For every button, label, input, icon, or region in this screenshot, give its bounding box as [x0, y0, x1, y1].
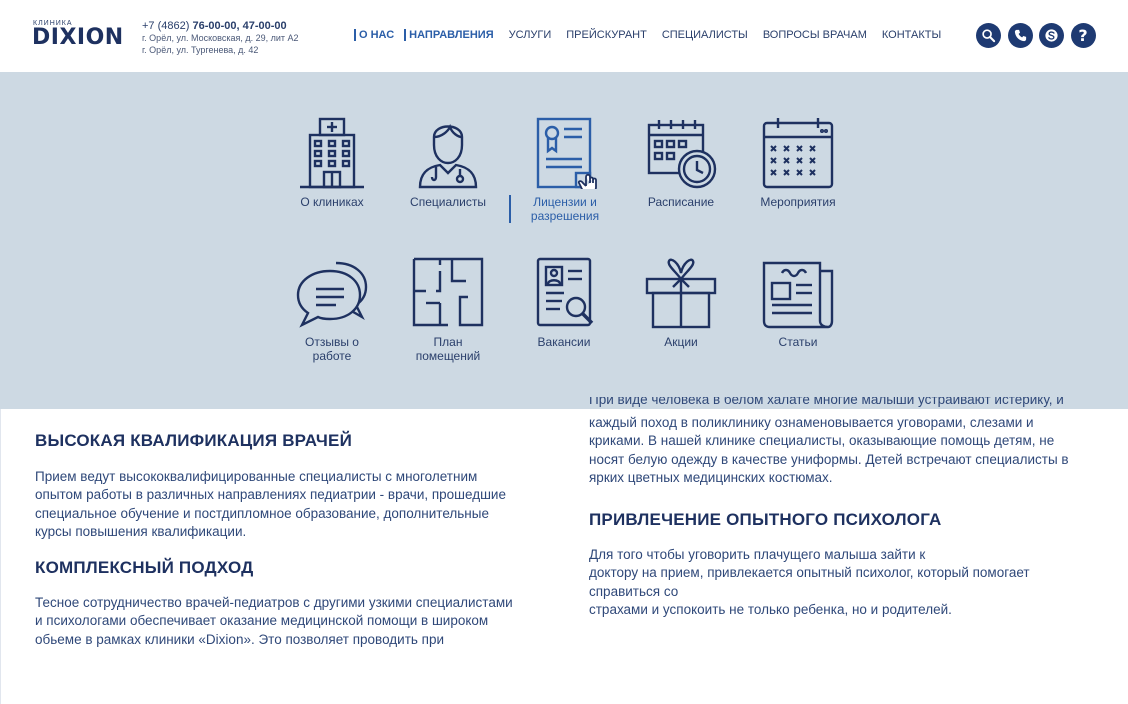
menu-item-label: Вакансии [537, 335, 591, 349]
text-line: курсы повышения квалификации. [35, 523, 247, 539]
menu-item-label: Расписание [647, 195, 715, 209]
menu-item-label: Лицензии и разрешения [509, 195, 619, 223]
menu-item-label: Акции [664, 335, 698, 349]
menu-item-label-line2: разрешения [530, 209, 600, 223]
address-1: г. Орёл, ул. Московская, д. 29, лит А2 [142, 33, 299, 43]
help-icon[interactable]: ? [1070, 23, 1096, 48]
right-column: каждый поход в поликлинику ознаменовывае… [589, 414, 1109, 619]
nav-item-specialists[interactable]: СПЕЦИАЛИСТЫ [662, 29, 748, 41]
phone-line[interactable]: +7 (4862) 76-00-00, 47-00-00 [142, 20, 342, 32]
section-heading: ВЫСОКАЯ КВАЛИФИКАЦИЯ ВРАЧЕЙ [35, 431, 352, 450]
calendar-icon [762, 118, 834, 189]
text-line: доктору на прием, привлекается опытный п… [589, 565, 1030, 581]
menu-item-label: О клиниках [300, 195, 364, 209]
logo[interactable]: КЛИНИКА DIXION [32, 20, 124, 50]
nav-item-about[interactable]: О НАС [354, 29, 394, 41]
cut-off-line: При виде человека в белом халате многие … [589, 397, 1064, 407]
phone-numbers: 76-00-00, 47-00-00 [192, 20, 287, 32]
menu-item-label-line1: Лицензии и [533, 195, 597, 209]
menu-item-clinics[interactable]: О клиниках [277, 117, 387, 209]
text-line: и психологами обеспечивает оказание меди… [35, 613, 489, 629]
text-line: справиться со [589, 583, 679, 599]
text-line: страхами и успокоить не только ребенка, … [589, 602, 952, 618]
gift-icon [645, 258, 717, 329]
menu-item-promotions[interactable]: Акции [626, 257, 736, 349]
skype-icon[interactable] [1039, 23, 1064, 48]
menu-item-schedule[interactable]: Расписание [626, 117, 736, 209]
text-line: Для того чтобы уговорить плачущего малыш… [589, 547, 926, 563]
text-line: каждый поход в поликлинику ознаменовывае… [589, 415, 1034, 430]
vacancies-icon [536, 257, 594, 327]
schedule-icon [647, 120, 717, 189]
section-text: Тесное сотрудничество врачей-педиатров с… [35, 594, 555, 649]
hospital-icon [300, 117, 364, 189]
text-line: Тесное сотрудничество врачей-педиатров с… [35, 595, 513, 611]
menu-item-events[interactable]: Мероприятия [743, 117, 853, 209]
menu-item-articles[interactable]: Статьи [743, 257, 853, 349]
menu-item-label-line1: Отзывы о [305, 335, 359, 349]
menu-item-licenses[interactable]: Лицензии и разрешения [509, 117, 619, 223]
nav-item-prices[interactable]: ПРЕЙСКУРАНТ [566, 29, 647, 41]
phone-prefix: +7 (4862) [142, 20, 193, 32]
reviews-icon [296, 261, 368, 328]
floor-plan-icon [412, 257, 484, 327]
search-icon[interactable] [976, 23, 1001, 48]
menu-item-label: Статьи [778, 335, 818, 349]
menu-item-label-line2: помещений [415, 349, 481, 363]
menu-item-label: Отзывы о работе [277, 335, 387, 363]
nav-item-directions[interactable]: НАПРАВЛЕНИЯ [404, 29, 494, 41]
section-heading: КОМПЛЕКСНЫЙ ПОДХОД [35, 558, 254, 578]
phone-icon[interactable] [1007, 23, 1033, 48]
main-nav: О НАС НАПРАВЛЕНИЯ УСЛУГИ ПРЕЙСКУРАНТ СПЕ… [354, 28, 956, 42]
section-text: Прием ведут высококвалифицированные спец… [35, 468, 555, 541]
doctor-icon [418, 123, 478, 189]
text-line: Прием ведут высококвалифицированные спец… [35, 469, 478, 484]
menu-item-specialists[interactable]: Специалисты [393, 117, 503, 209]
menu-item-vacancies[interactable]: Вакансии [509, 257, 619, 349]
contact-block: +7 (4862) 76-00-00, 47-00-00 г. Орёл, ул… [142, 20, 342, 56]
logo-wordmark: DIXION [32, 25, 124, 50]
menu-item-label: Мероприятия [760, 195, 836, 209]
menu-item-label-line1: План [433, 335, 463, 349]
text-line: обьеме в рамках клиники «Dixion». Это по… [35, 631, 445, 647]
section-heading: ПРИВЛЕЧЕНИЕ ОПЫТНОГО ПСИХОЛОГА [589, 510, 942, 530]
newspaper-icon [762, 261, 834, 329]
menu-item-label: Специалисты [410, 195, 486, 209]
menu-item-label: План помещений [393, 335, 503, 363]
nav-item-questions[interactable]: ВОПРОСЫ ВРАЧАМ [763, 29, 867, 41]
section-text: каждый поход в поликлинику ознаменовывае… [589, 414, 1109, 487]
address-2: г. Орёл, ул. Тургенева, д. 42 [142, 45, 259, 55]
section-text: Для того чтобы уговорить плачущего малыш… [589, 546, 1109, 619]
header-icons: ? [976, 23, 1102, 48]
site-header: КЛИНИКА DIXION +7 (4862) 76-00-00, 47-00… [0, 0, 1128, 72]
text-line: криками. В нашей клинике специалисты, ок… [589, 433, 1055, 449]
text-line: специальное обучение и постдипломное обр… [35, 505, 489, 521]
text-line: носят белую одежду в качестве униформы. … [589, 451, 1069, 467]
menu-item-reviews[interactable]: Отзывы о работе [277, 257, 387, 363]
mega-menu: О клиниках Специалисты Лицензии и разреш… [0, 72, 1128, 409]
nav-item-contacts[interactable]: КОНТАКТЫ [882, 29, 941, 41]
license-icon [536, 117, 597, 189]
left-column: ВЫСОКАЯ КВАЛИФИКАЦИЯ ВРАЧЕЙ Прием ведут … [35, 431, 555, 649]
nav-item-services[interactable]: УСЛУГИ [509, 29, 552, 41]
menu-item-floor-plan[interactable]: План помещений [393, 257, 503, 363]
menu-item-label-line2: работе [312, 349, 352, 363]
main-content: При виде человека в белом халате многие … [0, 397, 1128, 704]
text-line: опытом работы в различных направлениях п… [35, 487, 506, 503]
text-line: ярких цветных медицинских костюмах. [589, 469, 833, 485]
